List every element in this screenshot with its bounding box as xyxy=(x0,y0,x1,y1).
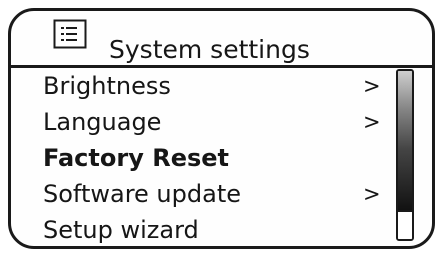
menu-item-label: Language xyxy=(43,108,162,136)
scrollbar-remainder xyxy=(398,210,412,239)
header-bar: System settings xyxy=(11,11,432,68)
scrollbar[interactable] xyxy=(396,69,414,241)
menu-item-software-update[interactable]: Software update > xyxy=(11,176,401,212)
menu-item-setup-wizard[interactable]: Setup wizard xyxy=(11,212,401,248)
menu-item-label: Setup wizard xyxy=(43,216,199,244)
chevron-right-icon: > xyxy=(363,74,381,98)
menu-item-label: Factory Reset xyxy=(43,144,229,172)
menu-item-label: Software update xyxy=(43,180,241,208)
menu-item-language[interactable]: Language > xyxy=(11,104,401,140)
scrollbar-fill xyxy=(398,71,412,213)
list-icon xyxy=(53,19,87,49)
display-screen: System settings Brightness > Language > … xyxy=(8,8,435,249)
chevron-right-icon: > xyxy=(363,110,381,134)
menu-item-label: Brightness xyxy=(43,72,171,100)
chevron-right-icon: > xyxy=(363,182,381,206)
page-title: System settings xyxy=(109,35,310,64)
menu-item-factory-reset[interactable]: Factory Reset xyxy=(11,140,401,176)
menu-item-brightness[interactable]: Brightness > xyxy=(11,68,401,104)
